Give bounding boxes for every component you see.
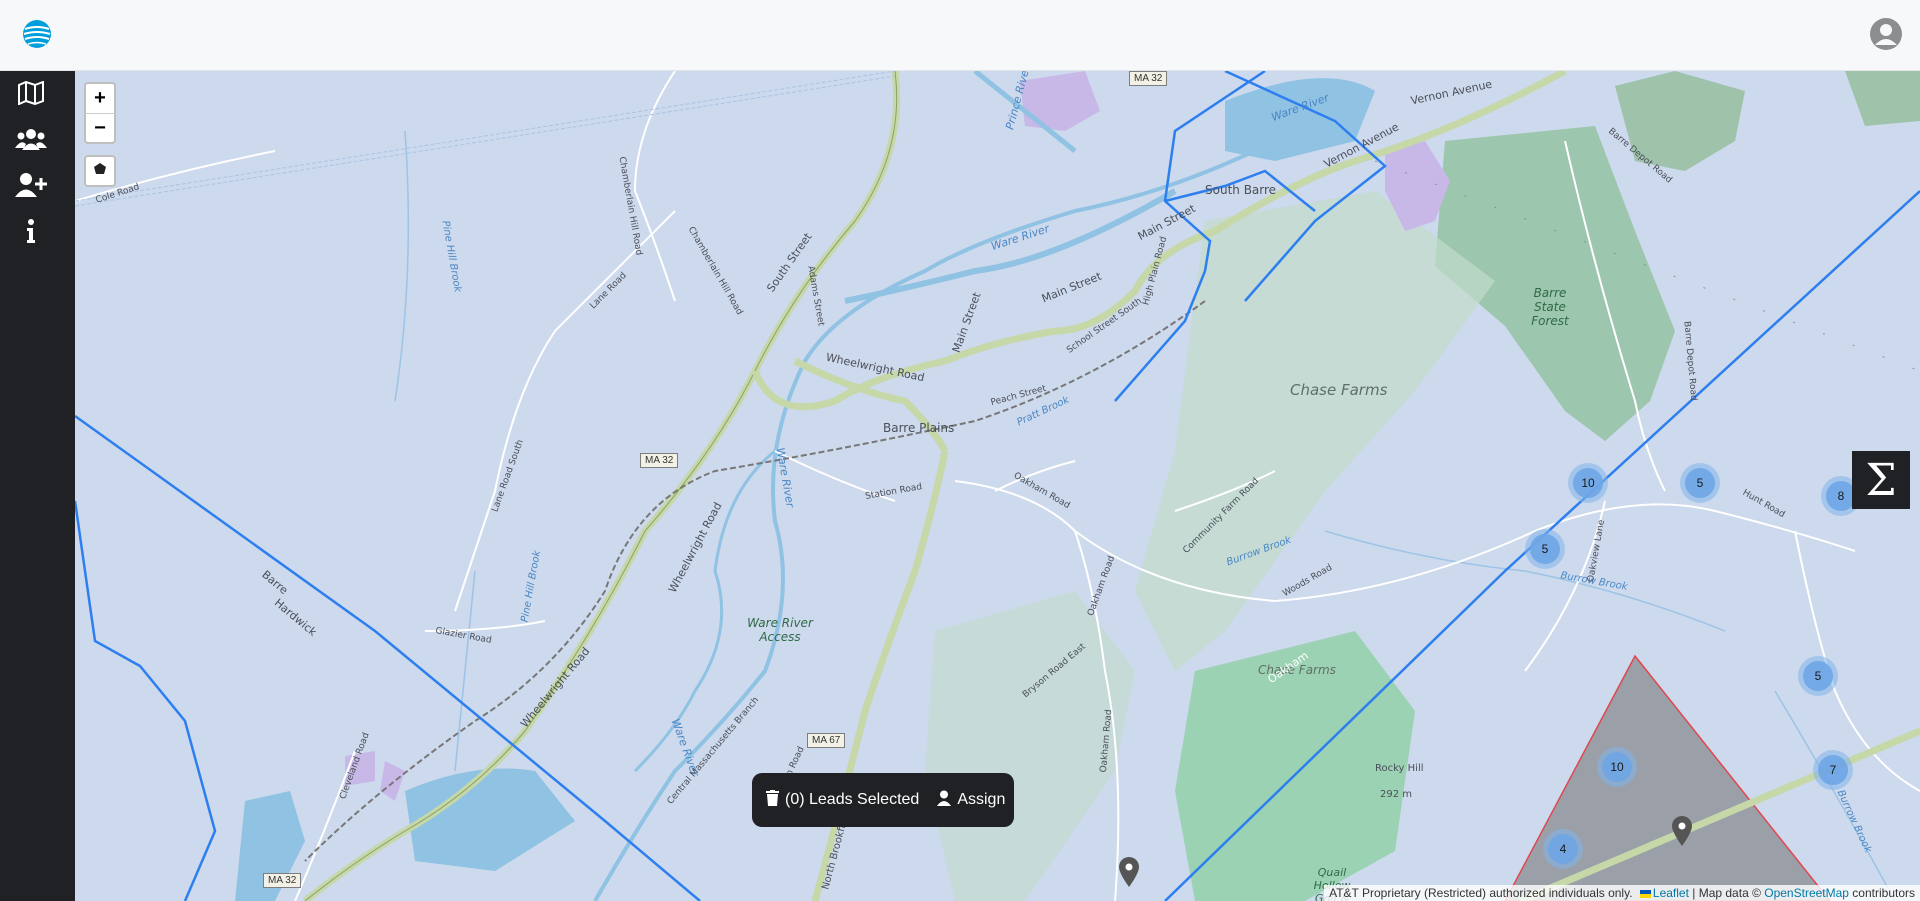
ukraine-flag-icon (1639, 889, 1651, 898)
cluster-count: 10 (1602, 752, 1632, 782)
label-chase-farms-1: Chase Farms (1290, 381, 1388, 399)
zoom-control: + − (84, 82, 116, 144)
cluster-5-c[interactable]: 5 (1798, 656, 1838, 696)
label-barre-state-forest: Barre State Forest (1531, 286, 1569, 328)
trash-icon (766, 789, 779, 811)
label-south-barre: South Barre (1205, 183, 1277, 197)
top-bar (0, 0, 1920, 71)
cluster-count: 7 (1818, 755, 1848, 785)
sidebar-item-info[interactable] (13, 215, 49, 251)
leads-selected-label: (0) Leads Selected (785, 791, 920, 808)
zoom-out-button[interactable]: − (86, 113, 114, 142)
cluster-count: 4 (1548, 834, 1578, 864)
user-avatar-icon[interactable] (1870, 18, 1902, 50)
cluster-count: 5 (1530, 534, 1560, 564)
map-marker-pin[interactable] (1671, 815, 1693, 847)
cluster-10-b[interactable]: 10 (1597, 747, 1637, 787)
map-icon (17, 80, 45, 110)
assign-button[interactable]: Assign (937, 790, 1005, 811)
map-marker-pin[interactable] (1118, 856, 1140, 888)
attribution-text: AT&T Proprietary (Restricted) authorized… (1329, 886, 1633, 900)
sidebar-item-add-user[interactable] (13, 169, 49, 205)
cluster-count: 10 (1573, 468, 1603, 498)
osm-link[interactable]: OpenStreetMap (1764, 886, 1849, 900)
assign-label: Assign (957, 791, 1006, 808)
leaflet-link[interactable]: Leaflet (1653, 886, 1689, 900)
label-rocky-hill: Rocky Hill (1375, 763, 1424, 774)
attribution-contributors: contributors (1848, 886, 1915, 900)
label-barre-plains: Barre Plains (883, 421, 955, 435)
polygon-icon (93, 162, 107, 181)
leads-selection-bar: (0) Leads Selected Assign (752, 773, 1014, 827)
cluster-10-a[interactable]: 10 (1568, 463, 1608, 503)
user-plus-icon (15, 172, 47, 203)
route-shield-ma67: MA 67 (807, 733, 846, 748)
zoom-in-button[interactable]: + (86, 84, 114, 113)
cluster-7[interactable]: 7 (1813, 750, 1853, 790)
route-shield-ma32-top: MA 32 (1129, 71, 1168, 86)
users-icon (15, 127, 47, 156)
sidebar-item-map[interactable] (13, 77, 49, 113)
leads-selected-indicator[interactable]: (0) Leads Selected (766, 789, 920, 811)
person-icon (937, 790, 952, 811)
label-rocky-hill-elevation: 292 m (1380, 789, 1413, 800)
map-attribution: AT&T Proprietary (Restricted) authorized… (1324, 885, 1920, 901)
cluster-5-a[interactable]: 5 (1680, 463, 1720, 503)
cluster-count: 5 (1685, 468, 1715, 498)
draw-polygon-button[interactable] (84, 155, 116, 187)
label-ware-river-access: Ware River Access (747, 616, 813, 644)
info-icon (25, 218, 37, 249)
cluster-5-b[interactable]: 5 (1525, 529, 1565, 569)
route-shield-ma32-bottom: MA 32 (263, 873, 302, 888)
sidebar (0, 71, 75, 901)
att-globe-logo[interactable] (22, 19, 52, 49)
cluster-4[interactable]: 4 (1543, 829, 1583, 869)
attribution-separator: | Map data © (1688, 886, 1765, 900)
route-shield-ma32-mid: MA 32 (640, 453, 679, 468)
cluster-count: 5 (1803, 661, 1833, 691)
sidebar-item-users[interactable] (13, 123, 49, 159)
summary-button[interactable]: Σ (1852, 451, 1910, 509)
